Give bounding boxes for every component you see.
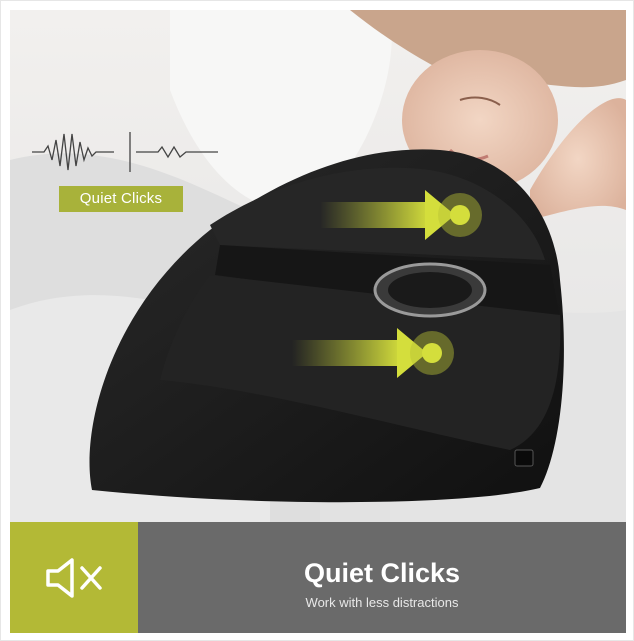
feature-title: Quiet Clicks xyxy=(303,558,461,588)
product-card: Quiet Clicks Quiet Clicks Work with less… xyxy=(0,0,634,641)
product-photo xyxy=(10,10,626,522)
feature-icon-box xyxy=(10,522,138,633)
quiet-clicks-badge: Quiet Clicks xyxy=(59,186,183,212)
feature-text-box: Quiet Clicks Work with less distractions xyxy=(138,522,626,633)
feature-subtitle: Work with less distractions xyxy=(305,595,459,610)
photo-illustration xyxy=(10,10,626,522)
feature-banner: Quiet Clicks Work with less distractions xyxy=(10,522,626,633)
speaker-mute-icon xyxy=(46,557,102,598)
